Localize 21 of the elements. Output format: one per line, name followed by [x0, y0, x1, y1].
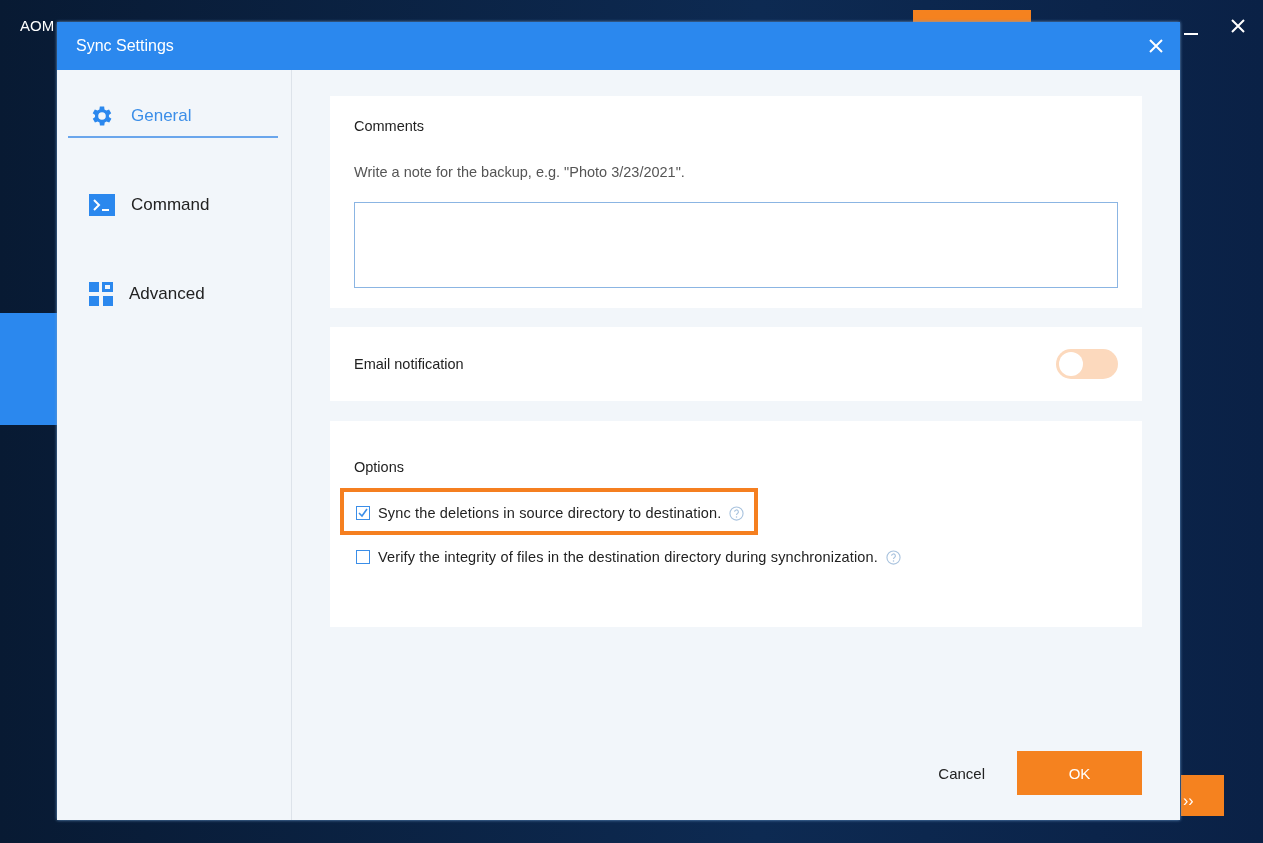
comment-field[interactable]: [354, 202, 1118, 288]
checkbox[interactable]: [356, 550, 370, 564]
close-icon[interactable]: [1230, 18, 1246, 34]
sidebar-tab[interactable]: Advanced: [68, 274, 278, 316]
hint-text: Write a note for the backup, e.g. "Photo 3/23/2021".: [354, 164, 686, 180]
dialog-title: Sync Settings: [76, 37, 174, 55]
sidebar-tab[interactable]: Command: [68, 185, 278, 227]
sidebar-item[interactable]: [0, 313, 60, 425]
help-icon[interactable]: [729, 505, 745, 521]
option-label: Sync the deletions in source directory to destination.: [378, 505, 722, 521]
terminal-icon: [89, 194, 115, 216]
toggle-switch[interactable]: [1056, 349, 1118, 379]
section-label: Options: [354, 459, 405, 475]
section-label: Comments: [354, 118, 426, 134]
app-title: AOM: [20, 17, 55, 34]
cancel-button[interactable]: Cancel: [932, 763, 991, 783]
section-label: Email notification: [354, 356, 464, 372]
option-label: Verify the integrity of files in the destination directory during synchronization.: [378, 549, 878, 565]
grid-icon: [89, 282, 113, 306]
help-icon[interactable]: [885, 549, 901, 565]
checkbox[interactable]: [356, 506, 370, 520]
